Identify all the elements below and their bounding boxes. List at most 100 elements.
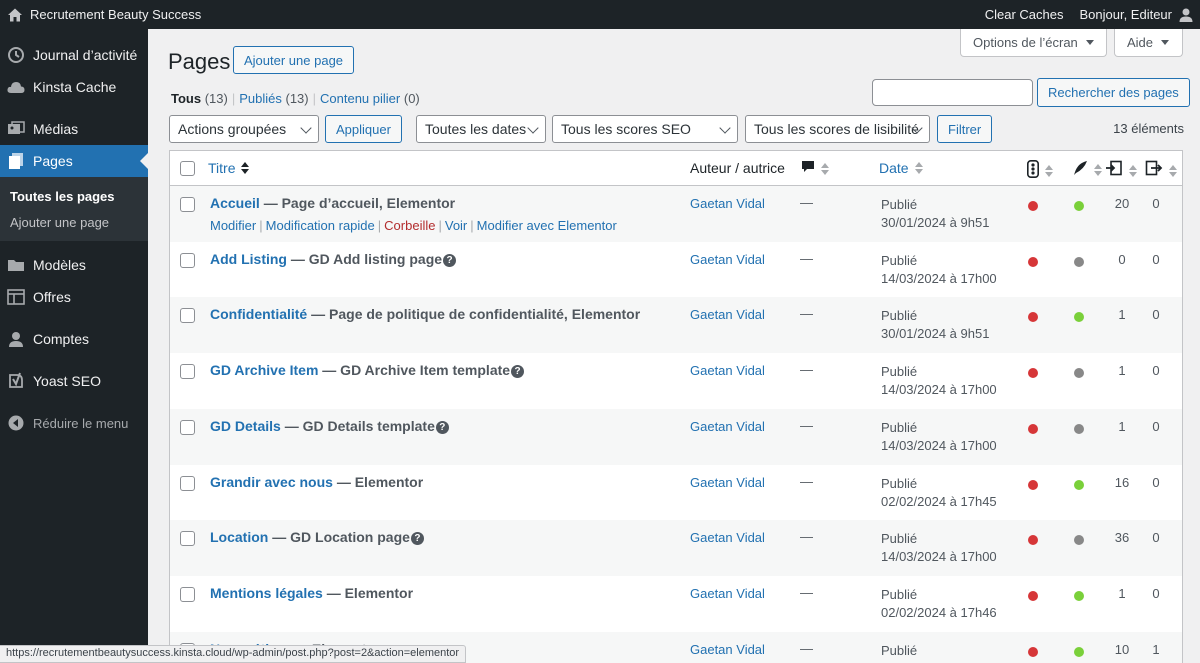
inbound-links-count: 1 xyxy=(1118,307,1126,323)
post-date: 30/01/2024 à 9h51 xyxy=(881,326,990,342)
sidebar-item-comptes[interactable]: Comptes xyxy=(0,323,148,355)
author-link[interactable]: Gaetan Vidal xyxy=(690,642,765,657)
column-outbound-links[interactable] xyxy=(1145,160,1177,181)
filter-published[interactable]: Publiés (13) xyxy=(239,91,308,106)
bulk-actions-select[interactable]: Actions groupées xyxy=(169,115,319,143)
post-status: Publié xyxy=(881,252,918,268)
author-link[interactable]: Gaetan Vidal xyxy=(690,419,765,434)
admin-bar: Recrutement Beauty Success Clear Caches … xyxy=(0,0,1200,29)
apply-button[interactable]: Appliquer xyxy=(325,115,402,143)
row-title: Confidentialité — Page de politique de c… xyxy=(210,306,640,322)
row-checkbox[interactable] xyxy=(180,419,195,435)
traffic-light-icon xyxy=(1027,160,1039,181)
offers-icon xyxy=(6,287,26,307)
page-title-link[interactable]: Grandir avec nous xyxy=(210,474,333,490)
seo-score-dot xyxy=(1028,479,1038,490)
inbound-links-count: 36 xyxy=(1114,530,1130,546)
submenu-add-page[interactable]: Ajouter une page xyxy=(0,209,148,235)
column-comments[interactable] xyxy=(801,160,829,177)
help-icon[interactable]: ? xyxy=(410,532,424,546)
page-title-link[interactable]: GD Details xyxy=(210,418,281,434)
site-name-link[interactable]: Recrutement Beauty Success xyxy=(30,7,201,22)
add-page-button[interactable]: Ajouter une page xyxy=(233,46,355,74)
inbound-links-count: 1 xyxy=(1118,585,1126,601)
select-all-checkbox[interactable] xyxy=(180,161,195,176)
screen-options-button[interactable]: Options de l’écran xyxy=(960,29,1107,57)
table-row: Location — GD Location page? Gaetan Vidal… xyxy=(170,520,1182,577)
page-state: — GD Add listing page xyxy=(287,250,443,267)
readability-score-dot xyxy=(1074,646,1084,657)
edit-link[interactable]: Modifier xyxy=(210,218,256,233)
author-link[interactable]: Gaetan Vidal xyxy=(690,196,765,211)
outbound-links-count: 0 xyxy=(1152,474,1160,490)
row-checkbox[interactable] xyxy=(180,364,195,380)
column-author: Auteur / autrice xyxy=(690,160,785,176)
sort-icon xyxy=(1169,164,1177,177)
row-checkbox[interactable] xyxy=(180,252,195,268)
collapse-menu-button[interactable]: Réduire le menu xyxy=(0,407,148,439)
page-title-link[interactable]: Accueil xyxy=(210,195,260,211)
date-filter-value: Toutes les dates xyxy=(425,121,527,137)
readability-score-select[interactable]: Tous les scores de lisibilité xyxy=(745,115,930,143)
row-title: GD Details — GD Details template? xyxy=(210,418,449,434)
comments-count: — xyxy=(800,529,813,545)
sidebar-item-medias[interactable]: Médias xyxy=(0,113,148,145)
author-link[interactable]: Gaetan Vidal xyxy=(690,530,765,545)
help-icon[interactable]: ? xyxy=(511,365,525,379)
view-link[interactable]: Voir xyxy=(445,218,467,233)
trash-link[interactable]: Corbeille xyxy=(384,218,435,233)
media-icon xyxy=(6,119,26,139)
author-link[interactable]: Gaetan Vidal xyxy=(690,363,765,378)
account-menu[interactable]: Bonjour, Editeur xyxy=(1079,7,1194,23)
author-link[interactable]: Gaetan Vidal xyxy=(690,475,765,490)
seo-score-select[interactable]: Tous les scores SEO xyxy=(552,115,738,143)
help-icon[interactable]: ? xyxy=(443,253,457,267)
page-title-link[interactable]: GD Archive Item xyxy=(210,362,318,378)
filter-pillar-count: (0) xyxy=(403,91,420,106)
help-button[interactable]: Aide xyxy=(1114,29,1183,57)
submenu-all-pages[interactable]: Toutes les pages xyxy=(0,183,148,209)
search-pages-button[interactable]: Rechercher des pages xyxy=(1037,78,1190,107)
sidebar-item-offres[interactable]: Offres xyxy=(0,281,148,313)
page-state: — GD Location page xyxy=(268,529,410,546)
quick-edit-link[interactable]: Modification rapide xyxy=(266,218,375,233)
table-row: GD Details — GD Details template? Gaetan … xyxy=(170,408,1182,465)
post-date: 30/01/2024 à 9h51 xyxy=(881,215,990,230)
outbound-links-count: 0 xyxy=(1152,585,1160,601)
sidebar-item-modeles[interactable]: Modèles xyxy=(0,249,148,281)
row-checkbox[interactable] xyxy=(180,586,195,602)
column-readability[interactable] xyxy=(1072,160,1102,179)
help-icon[interactable]: ? xyxy=(435,420,449,434)
page-title-link[interactable]: Confidentialité xyxy=(210,306,307,322)
column-seo-score[interactable] xyxy=(1027,160,1053,181)
sidebar-item-yoast-seo[interactable]: Yoast SEO xyxy=(0,365,148,397)
column-date[interactable]: Date xyxy=(879,160,923,176)
date-filter-select[interactable]: Toutes les dates xyxy=(416,115,546,143)
column-inbound-links[interactable] xyxy=(1105,160,1137,181)
column-title[interactable]: Titre xyxy=(208,160,250,176)
table-row: Accueil — Page d’accueil, Elementor Modif… xyxy=(170,186,1182,242)
row-checkbox[interactable] xyxy=(180,308,195,324)
filter-pillar-content[interactable]: Contenu pilier (0) xyxy=(320,91,420,106)
edit-elementor-link[interactable]: Modifier avec Elementor xyxy=(477,218,617,233)
sidebar-item-journal[interactable]: Journal d’activité xyxy=(0,39,148,71)
page-title-link[interactable]: Add Listing xyxy=(210,251,287,267)
search-pages-input[interactable] xyxy=(872,79,1033,106)
sidebar-item-pages[interactable]: Pages xyxy=(0,145,148,177)
readability-score-dot xyxy=(1074,201,1084,211)
date-cell: Publié 02/02/2024 à 17h45 xyxy=(881,475,997,511)
author-link[interactable]: Gaetan Vidal xyxy=(690,307,765,322)
row-checkbox[interactable] xyxy=(180,531,195,547)
page-title-link[interactable]: Location xyxy=(210,529,268,545)
row-checkbox[interactable] xyxy=(180,197,195,212)
sidebar-item-kinsta-cache[interactable]: Kinsta Cache xyxy=(0,71,148,103)
row-checkbox[interactable] xyxy=(180,475,195,491)
filter-all[interactable]: Tous (13) xyxy=(171,91,228,106)
clear-caches-link[interactable]: Clear Caches xyxy=(985,7,1064,22)
home-icon[interactable] xyxy=(0,7,30,23)
author-link[interactable]: Gaetan Vidal xyxy=(690,586,765,601)
post-date: 02/02/2024 à 17h46 xyxy=(881,604,997,620)
filter-button[interactable]: Filtrer xyxy=(937,115,993,143)
page-title-link[interactable]: Mentions légales xyxy=(210,585,323,601)
author-link[interactable]: Gaetan Vidal xyxy=(690,252,765,267)
